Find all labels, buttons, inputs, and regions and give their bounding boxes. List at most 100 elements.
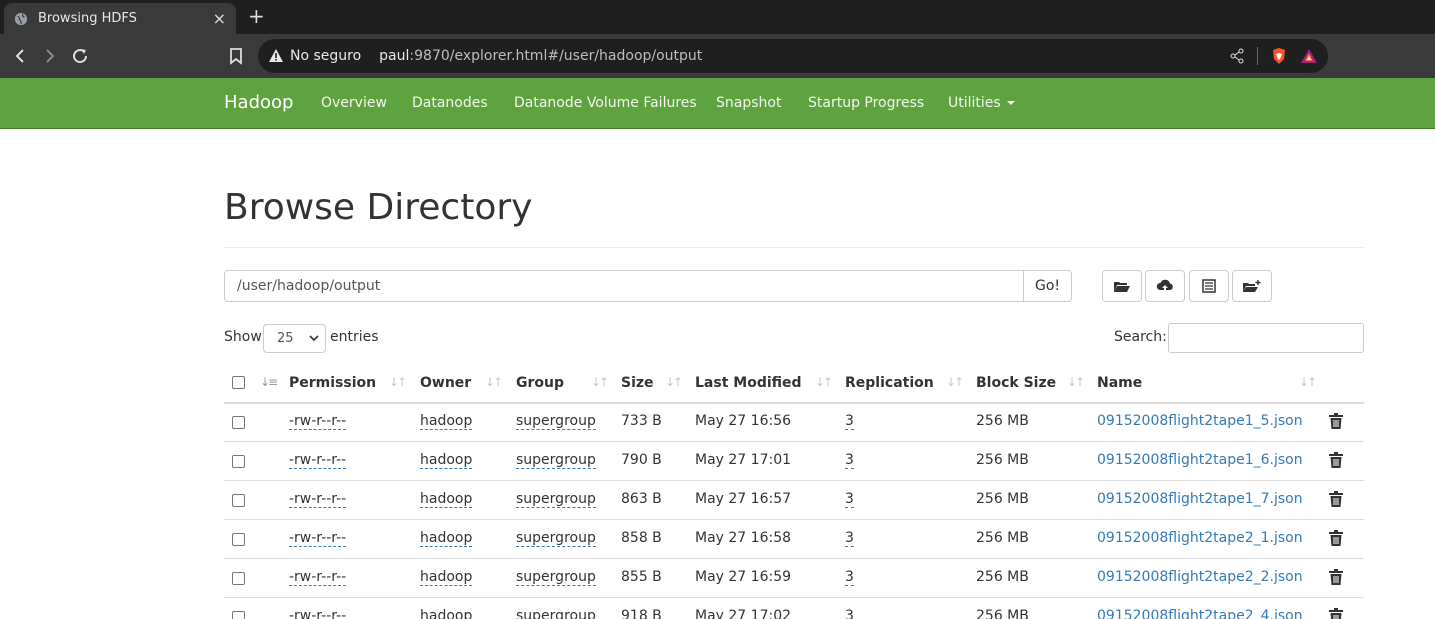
last-modified-cell: May 27 16:57 xyxy=(695,491,792,507)
row-checkbox[interactable] xyxy=(232,572,245,585)
brave-rewards-icon[interactable] xyxy=(1300,47,1318,65)
sort-icon[interactable]: ↓↑ xyxy=(1067,375,1085,389)
entries-label: entries xyxy=(330,329,379,345)
brand-link[interactable]: Hadoop xyxy=(224,92,293,113)
size-cell: 858 B xyxy=(621,530,662,546)
owner-cell[interactable]: hadoop xyxy=(420,491,473,508)
trash-icon[interactable] xyxy=(1329,530,1343,546)
owner-cell[interactable]: hadoop xyxy=(420,413,473,430)
permission-cell[interactable]: -rw-r--r-- xyxy=(289,608,346,619)
permission-cell[interactable]: -rw-r--r-- xyxy=(289,413,347,430)
block-size-cell: 256 MB xyxy=(976,452,1029,468)
select-all-checkbox[interactable] xyxy=(232,376,245,389)
search-label: Search: xyxy=(1114,329,1167,345)
permission-cell[interactable]: -rw-r--r-- xyxy=(289,569,347,586)
owner-cell[interactable]: hadoop xyxy=(420,608,472,619)
nav-startup-progress[interactable]: Startup Progress xyxy=(808,95,924,111)
file-name-link[interactable]: 09152008flight2tape1_7.json xyxy=(1097,491,1303,507)
trash-icon[interactable] xyxy=(1329,608,1343,619)
sort-icon[interactable]: ↓↑ xyxy=(485,375,503,389)
file-name-link[interactable]: 09152008flight2tape2_4.json xyxy=(1097,608,1303,619)
file-name-link[interactable]: 09152008flight2tape2_2.json xyxy=(1097,569,1303,585)
row-checkbox[interactable] xyxy=(232,416,245,429)
replication-cell[interactable]: 3 xyxy=(845,491,854,508)
last-modified-cell: May 27 16:56 xyxy=(695,413,792,429)
share-icon[interactable] xyxy=(1229,48,1245,64)
browser-tab-strip: Browsing HDFS × + xyxy=(0,0,1435,34)
list-alt-icon xyxy=(1202,279,1216,293)
group-cell[interactable]: supergroup xyxy=(516,608,596,619)
trash-icon[interactable] xyxy=(1329,569,1343,585)
bookmark-icon[interactable] xyxy=(224,44,248,68)
permission-cell[interactable]: -rw-r--r-- xyxy=(289,530,347,547)
permission-cell[interactable]: -rw-r--r-- xyxy=(289,452,347,469)
row-checkbox[interactable] xyxy=(232,611,245,619)
close-tab-icon[interactable]: × xyxy=(213,9,226,28)
browser-tab[interactable]: Browsing HDFS × xyxy=(4,3,236,34)
nav-utilities-dropdown[interactable]: Utilities xyxy=(948,95,1015,111)
sort-icon[interactable]: ↓↑ xyxy=(815,375,833,389)
block-size-cell: 256 MB xyxy=(976,491,1029,507)
sort-icon[interactable]: ↓↑ xyxy=(591,375,609,389)
replication-cell[interactable]: 3 xyxy=(845,608,854,619)
col-group[interactable]: Group xyxy=(516,375,564,391)
col-owner[interactable]: Owner xyxy=(420,375,471,391)
col-permission[interactable]: Permission xyxy=(289,375,376,391)
sort-icon[interactable]: ↓↑ xyxy=(389,375,407,389)
search-input[interactable] xyxy=(1168,323,1364,353)
row-checkbox[interactable] xyxy=(232,455,245,468)
insecure-label[interactable]: No seguro xyxy=(290,48,361,64)
col-replication[interactable]: Replication xyxy=(845,375,934,391)
sort-icon[interactable]: ↓↑ xyxy=(665,375,683,389)
group-cell[interactable]: supergroup xyxy=(516,491,596,508)
trash-icon[interactable] xyxy=(1329,491,1343,507)
last-modified-cell: May 27 17:02 xyxy=(695,608,792,619)
cut-paste-button[interactable] xyxy=(1189,270,1229,302)
nav-datanode-volume-failures[interactable]: Datanode Volume Failures xyxy=(514,95,697,111)
paste-button[interactable] xyxy=(1232,270,1272,302)
owner-cell[interactable]: hadoop xyxy=(420,569,473,586)
trash-icon[interactable] xyxy=(1329,452,1343,468)
col-name[interactable]: Name xyxy=(1097,375,1142,391)
nav-snapshot[interactable]: Snapshot xyxy=(716,95,781,111)
owner-cell[interactable]: hadoop xyxy=(420,530,473,547)
group-cell[interactable]: supergroup xyxy=(516,452,596,469)
sort-icon[interactable]: ↓↑ xyxy=(946,375,964,389)
chevron-down-icon xyxy=(309,335,319,342)
file-name-link[interactable]: 09152008flight2tape1_5.json xyxy=(1097,413,1303,429)
nav-overview[interactable]: Overview xyxy=(321,95,387,111)
replication-cell[interactable]: 3 xyxy=(845,413,854,430)
group-cell[interactable]: supergroup xyxy=(516,569,596,586)
upload-button[interactable] xyxy=(1145,270,1185,302)
replication-cell[interactable]: 3 xyxy=(845,569,854,586)
replication-cell[interactable]: 3 xyxy=(845,530,854,547)
replication-cell[interactable]: 3 xyxy=(845,452,854,469)
trash-icon[interactable] xyxy=(1329,413,1343,429)
group-cell[interactable]: supergroup xyxy=(516,530,596,547)
row-checkbox[interactable] xyxy=(232,533,245,546)
col-size[interactable]: Size xyxy=(621,375,654,391)
back-icon[interactable] xyxy=(8,44,32,68)
group-cell[interactable]: supergroup xyxy=(516,413,596,430)
create-directory-button[interactable] xyxy=(1102,270,1142,302)
reload-icon[interactable] xyxy=(68,44,92,68)
row-checkbox[interactable] xyxy=(232,494,245,507)
address-bar[interactable]: No seguro paul:9870/explorer.html#/user/… xyxy=(258,39,1328,73)
page-length-select[interactable]: 25 xyxy=(263,324,326,353)
sort-icon[interactable]: ↓↑ xyxy=(1299,375,1317,389)
new-tab-button[interactable]: + xyxy=(248,6,265,26)
go-button[interactable]: Go! xyxy=(1023,270,1072,302)
file-name-link[interactable]: 09152008flight2tape2_1.json xyxy=(1097,530,1303,546)
owner-cell[interactable]: hadoop xyxy=(420,452,473,469)
brave-shield-icon[interactable] xyxy=(1270,47,1288,65)
directory-path-input[interactable] xyxy=(224,270,1024,302)
divider xyxy=(224,247,1364,248)
nav-utilities-label: Utilities xyxy=(948,95,1001,111)
sort-asc-icon[interactable]: ↓≡ xyxy=(260,375,278,389)
forward-icon[interactable] xyxy=(38,44,62,68)
col-block-size[interactable]: Block Size xyxy=(976,375,1056,391)
col-last-modified[interactable]: Last Modified xyxy=(695,375,802,391)
permission-cell[interactable]: -rw-r--r-- xyxy=(289,491,347,508)
file-name-link[interactable]: 09152008flight2tape1_6.json xyxy=(1097,452,1303,468)
nav-datanodes[interactable]: Datanodes xyxy=(412,95,488,111)
